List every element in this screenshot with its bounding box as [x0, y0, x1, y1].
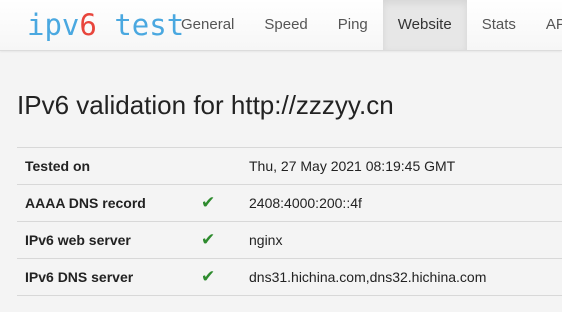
row-value-tested-on: Thu, 27 May 2021 08:19:45 GMT [249, 147, 562, 185]
row-label-web-server: IPv6 web server [17, 221, 201, 259]
row-label-aaaa-dns: AAAA DNS record [17, 184, 201, 222]
main-nav: General Speed Ping Website Stats API [166, 0, 562, 50]
nav-ping[interactable]: Ping [323, 0, 383, 50]
nav-speed[interactable]: Speed [249, 0, 322, 50]
nav-api[interactable]: API [531, 0, 562, 50]
row-check-empty [201, 147, 249, 185]
row-label-dns-server: IPv6 DNS server [17, 258, 201, 296]
logo-text-6: 6 [79, 8, 97, 42]
row-label-tested-on: Tested on [17, 147, 201, 185]
site-logo[interactable]: ipv6 test [27, 7, 184, 43]
table-row: IPv6 DNS server ✔ dns31.hichina.com,dns3… [17, 258, 562, 296]
nav-general[interactable]: General [166, 0, 249, 50]
page-title: IPv6 validation for http://zzzyy.cn [17, 90, 394, 120]
nav-stats[interactable]: Stats [467, 0, 531, 50]
checkmark-icon: ✔ [201, 258, 249, 296]
results-table: Tested on Thu, 27 May 2021 08:19:45 GMT … [17, 147, 562, 296]
row-value-web-server: nginx [249, 221, 562, 259]
table-row: IPv6 web server ✔ nginx [17, 221, 562, 259]
checkmark-icon: ✔ [201, 184, 249, 222]
table-row: Tested on Thu, 27 May 2021 08:19:45 GMT [17, 147, 562, 185]
row-value-dns-server: dns31.hichina.com,dns32.hichina.com [249, 258, 562, 296]
top-navbar: ipv6 test General Speed Ping Website Sta… [0, 0, 562, 51]
checkmark-icon: ✔ [201, 221, 249, 259]
nav-website[interactable]: Website [382, 0, 467, 50]
row-value-aaaa-dns: 2408:4000:200::4f [249, 184, 562, 222]
logo-text-ipv: ipv [27, 8, 80, 42]
table-row: AAAA DNS record ✔ 2408:4000:200::4f [17, 184, 562, 222]
